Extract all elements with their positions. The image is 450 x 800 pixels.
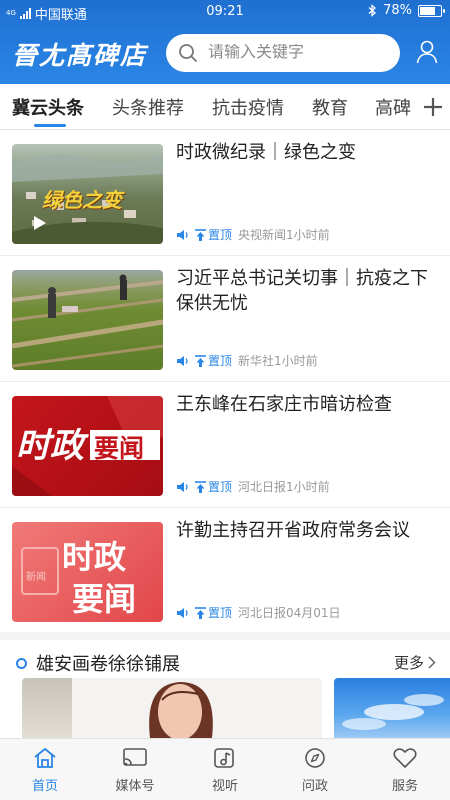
section-title: 雄安画卷徐徐铺展 (36, 654, 180, 675)
news-meta: 置顶 河北日报04月01日 (176, 604, 341, 621)
search-box[interactable] (166, 34, 400, 72)
news-thumbnail[interactable] (12, 270, 163, 370)
pinned-tag: 置顶 (195, 352, 232, 369)
pinned-label: 置顶 (208, 480, 233, 494)
news-title[interactable]: 习近平总书记关切事｜抗疫之下保供无忧 (176, 266, 438, 316)
battery-icon (418, 4, 445, 17)
plus-icon (424, 97, 442, 116)
compass-icon (305, 748, 325, 768)
nav-inquiry-label: 问政 (301, 779, 328, 794)
pinned-tag: 置顶 (195, 478, 232, 495)
cast-icon (123, 748, 147, 766)
heart-icon (393, 748, 417, 768)
nav-audio-video-label: 视听 (211, 779, 238, 794)
category-tabs: 冀云头条 头条推荐 抗击疫情 教育 高碑 (0, 84, 450, 130)
pinned-tag: 置顶 (195, 604, 232, 621)
thumbnail-caption-1: 时政 (16, 426, 84, 466)
pin-top-icon (195, 480, 206, 493)
nav-home[interactable]: 首页 (10, 747, 80, 794)
tab-headline-recommend[interactable]: 头条推荐 (112, 94, 184, 120)
news-source-time: 央视新闻1小时前 (238, 228, 330, 242)
pinned-label: 置顶 (208, 606, 233, 620)
tab-fight-epidemic[interactable]: 抗击疫情 (212, 94, 284, 120)
active-tab-indicator (34, 124, 66, 127)
speaker-icon[interactable] (176, 355, 189, 367)
news-source-time: 河北日报04月01日 (238, 606, 341, 620)
nav-audio-video[interactable]: 视听 (190, 747, 260, 794)
thumbnail-caption-2: 要闻 (94, 434, 145, 463)
thumbnail-tag: 新闻 (26, 572, 46, 583)
speaker-icon[interactable] (176, 229, 189, 241)
news-title[interactable]: 许勤主持召开省政府常务会议 (176, 518, 438, 543)
search-input[interactable] (208, 44, 388, 62)
nav-media-label: 媒体号 (115, 779, 155, 794)
bottom-navigation: 首页 媒体号 视听 问政 服务 (0, 738, 450, 800)
pin-top-icon (195, 606, 206, 619)
pinned-tag: 置顶 (195, 226, 232, 243)
pin-top-icon (195, 354, 206, 367)
nav-home-label: 首页 (31, 779, 58, 794)
section-marker-icon (16, 658, 27, 669)
news-thumbnail[interactable]: 新闻 时政 要闻 (12, 522, 163, 622)
search-icon (179, 44, 197, 62)
more-link[interactable]: 更多 (394, 652, 436, 673)
news-meta: 置顶 央视新闻1小时前 (176, 226, 330, 243)
carousel-card[interactable] (334, 678, 450, 738)
pinned-label: 置顶 (208, 354, 233, 368)
xiongan-section: 雄安画卷徐徐铺展 更多 (0, 632, 450, 678)
speaker-icon[interactable] (176, 607, 189, 619)
chevron-right-icon (428, 656, 436, 669)
app-header-background: 4G 中国联通 09:21 78% 晉尢髙碑店 (0, 0, 450, 84)
status-bar: 4G 中国联通 09:21 78% (0, 0, 450, 24)
news-meta: 置顶 河北日报1小时前 (176, 478, 330, 495)
user-icon[interactable] (416, 40, 438, 64)
speaker-icon[interactable] (176, 481, 189, 493)
news-title[interactable]: 王东峰在石家庄市暗访检查 (176, 392, 438, 417)
news-source-time: 新华社1小时前 (238, 354, 318, 368)
news-item[interactable]: 时政 要闻 王东峰在石家庄市暗访检查 置顶 河北日报1小时前 (0, 382, 450, 508)
bluetooth-icon (368, 4, 377, 17)
nav-media[interactable]: 媒体号 (100, 747, 170, 794)
news-thumbnail[interactable]: 时政 要闻 (12, 396, 163, 496)
battery-fill (420, 6, 435, 15)
home-icon (34, 748, 56, 768)
thumbnail-caption: 绿色之变 (42, 188, 122, 212)
thumbnail-caption-1: 时政 (62, 538, 127, 576)
music-icon (214, 748, 234, 768)
nav-service-label: 服务 (391, 779, 418, 794)
pin-top-icon (195, 228, 206, 241)
news-source-time: 河北日报1小时前 (238, 480, 330, 494)
battery-percent: 78% (383, 3, 412, 18)
news-item[interactable]: 新闻 时政 要闻 许勤主持召开省政府常务会议 置顶 河北日报04月01日 (0, 508, 450, 634)
add-tab-button[interactable] (416, 84, 450, 129)
nav-inquiry[interactable]: 问政 (280, 747, 350, 794)
pinned-label: 置顶 (208, 228, 233, 242)
news-item[interactable]: 绿色之变 时政微纪录｜绿色之变 置顶 央视新闻1小时前 (0, 130, 450, 256)
status-right: 78% (368, 3, 445, 18)
tab-education[interactable]: 教育 (312, 94, 348, 120)
app-logo[interactable]: 晉尢髙碑店 (12, 36, 147, 72)
thumbnail-caption-2: 要闻 (72, 580, 137, 618)
farm-field-image (12, 274, 163, 368)
news-thumbnail[interactable]: 绿色之变 (12, 144, 163, 244)
portrait-photo (149, 682, 213, 738)
sky-photo (342, 694, 444, 730)
news-title[interactable]: 时政微纪录｜绿色之变 (176, 140, 438, 165)
app-header: 晉尢髙碑店 (0, 24, 450, 84)
nav-service[interactable]: 服务 (370, 747, 440, 794)
carousel-card[interactable] (22, 678, 322, 738)
more-label: 更多 (393, 654, 424, 672)
tab-jiyun-headlines[interactable]: 冀云头条 (12, 94, 84, 120)
tab-gaobei[interactable]: 高碑 (375, 94, 411, 120)
news-item[interactable]: 习近平总书记关切事｜抗疫之下保供无忧 置顶 新华社1小时前 (0, 256, 450, 382)
news-meta: 置顶 新华社1小时前 (176, 352, 318, 369)
